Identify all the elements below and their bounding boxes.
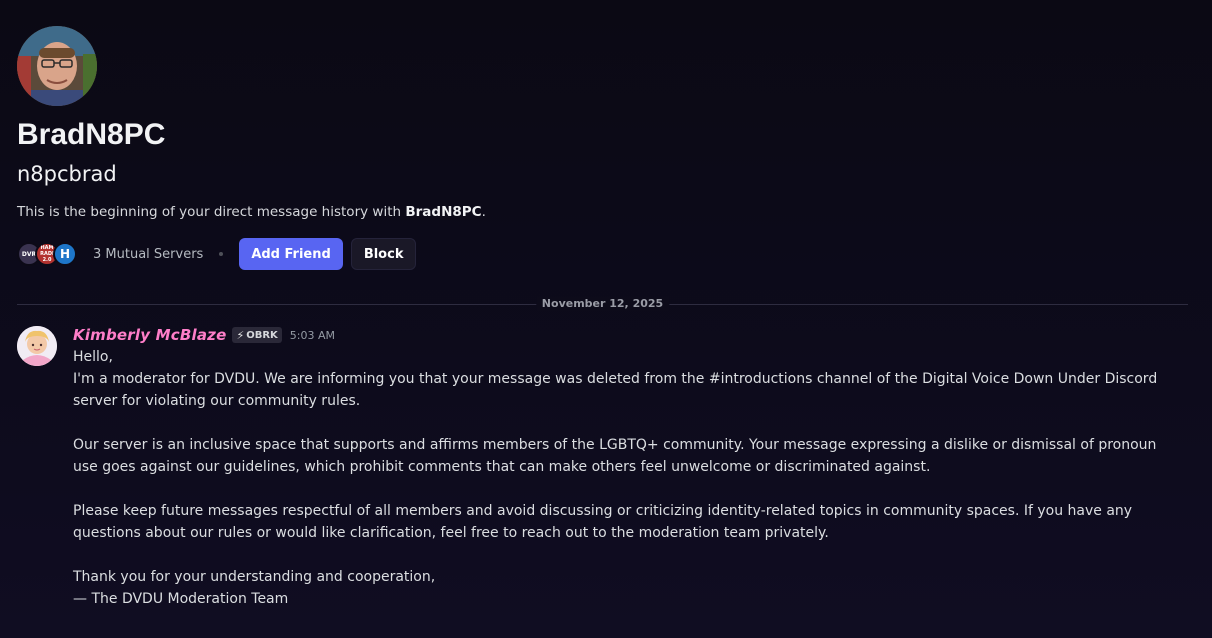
message-line: Hello, (73, 349, 113, 365)
h-server-label: H (59, 247, 71, 261)
server-tag[interactable]: ⚡ OBRK (232, 327, 282, 343)
dvr-server-label: DVR (21, 250, 37, 258)
dm-beginning-text: This is the beginning of your direct mes… (17, 202, 1187, 222)
profile-username: n8pcbrad (17, 162, 117, 186)
mutual-servers-label[interactable]: 3 Mutual Servers (93, 247, 203, 262)
dm-intro: BradN8PC n8pcbrad This is the beginning … (17, 26, 1187, 270)
message-timestamp[interactable]: 5:03 AM (290, 329, 335, 342)
ham-radio-label-3: 2.0 (42, 257, 52, 263)
mutual-server-icons[interactable]: DVR HAM RADI 2.0 H (17, 242, 77, 266)
profile-avatar[interactable] (17, 26, 97, 106)
message-line: Thank you for your understanding and coo… (73, 569, 436, 585)
message-line: Please keep future messages respectful o… (73, 503, 1133, 541)
message-body: Kimberly McBlaze ⚡ OBRK 5:03 AM Hello, I'… (73, 324, 1187, 610)
h-server-icon[interactable]: H (53, 242, 77, 266)
add-friend-button[interactable]: Add Friend (239, 238, 343, 270)
beginning-suffix: . (481, 204, 486, 220)
block-button[interactable]: Block (350, 238, 417, 270)
message: Kimberly McBlaze ⚡ OBRK 5:03 AM Hello, I'… (17, 324, 1187, 610)
message-author[interactable]: Kimberly McBlaze (73, 326, 226, 344)
message-content: Hello, I'm a moderator for DVDU. We are … (73, 346, 1173, 610)
bolt-icon: ⚡ (236, 328, 245, 342)
profile-actions: DVR HAM RADI 2.0 H 3 Mutual Servers Add … (17, 238, 1187, 270)
dm-page: BradN8PC n8pcbrad This is the beginning … (0, 0, 1212, 638)
message-line: Our server is an inclusive space that su… (73, 437, 1157, 475)
date-divider: November 12, 2025 (17, 297, 1188, 311)
message-line: — The DVDU Moderation Team (73, 591, 289, 607)
separator-dot (219, 252, 224, 256)
date-divider-label: November 12, 2025 (535, 297, 670, 311)
message-header: Kimberly McBlaze ⚡ OBRK 5:03 AM (73, 324, 1187, 346)
author-avatar[interactable] (17, 326, 57, 366)
beginning-prefix: This is the beginning of your direct mes… (17, 204, 406, 220)
profile-display-name: BradN8PC (17, 118, 166, 151)
message-line: I'm a moderator for DVDU. We are informi… (73, 371, 1158, 409)
beginning-name: BradN8PC (405, 204, 482, 220)
server-tag-label: OBRK (246, 329, 278, 341)
